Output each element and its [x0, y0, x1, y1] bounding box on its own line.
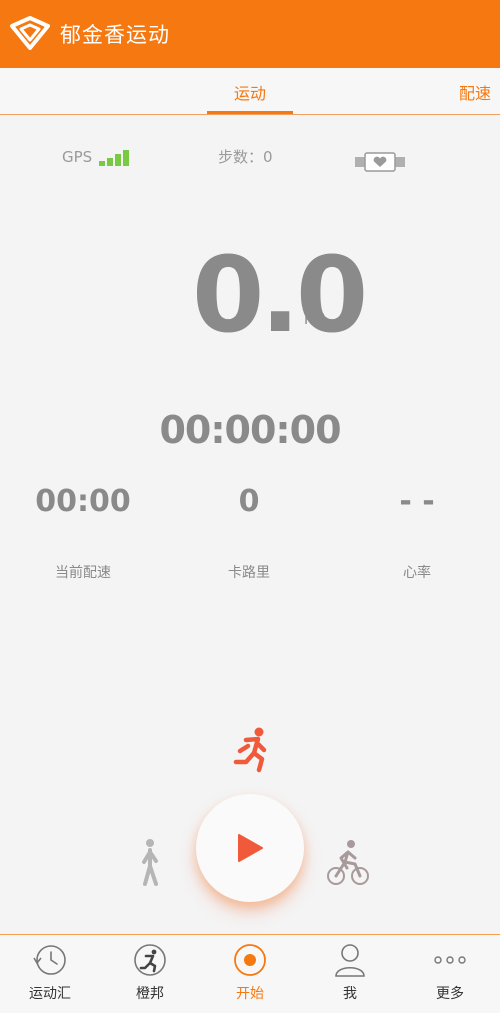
record-dot-icon [234, 944, 266, 976]
nav-item-summary[interactable]: 运动汇 [0, 935, 100, 1013]
tulip-logo-icon [10, 16, 50, 50]
person-icon [335, 944, 365, 977]
nav-item-me[interactable]: 我 [300, 935, 400, 1013]
gps-label: GPS [62, 148, 93, 166]
play-icon [238, 834, 263, 862]
calories-label: 卡路里 [228, 565, 270, 581]
gps-signal-icon [99, 148, 131, 166]
nav-item-orange-club[interactable]: 橙邦 [100, 935, 200, 1013]
app-header: 郁金香运动 [0, 0, 500, 68]
nav-label-more: 更多 [436, 986, 464, 1002]
history-clock-icon [33, 945, 66, 975]
nav-item-more[interactable]: 更多 [400, 935, 500, 1013]
bottom-nav: 运动汇 橙邦 开始 我 更多 [0, 934, 500, 1013]
more-dots-icon [434, 956, 466, 964]
nav-item-start[interactable]: 开始 [200, 935, 300, 1013]
heart-rate-value: - - [399, 484, 435, 519]
nav-label-summary: 运动汇 [29, 986, 71, 1002]
cycling-mode-icon[interactable] [327, 838, 369, 888]
distance-unit: KM [304, 312, 326, 328]
app-title: 郁金香运动 [60, 23, 170, 47]
mode-tabs: 运动 配速 [0, 68, 500, 115]
heart-rate-label: 心率 [403, 565, 431, 581]
walking-mode-icon[interactable] [136, 838, 166, 888]
running-mode-icon[interactable] [230, 726, 270, 778]
heart-rate-band-icon [355, 152, 405, 172]
runner-circle-icon [134, 944, 166, 976]
start-button[interactable] [196, 794, 304, 902]
current-pace-value: 00:00 [35, 484, 131, 519]
nav-label-me: 我 [343, 986, 357, 1002]
gps-status: GPS [62, 142, 131, 172]
step-count: 步数：0 [218, 148, 273, 166]
nav-label-start: 开始 [236, 986, 264, 1002]
tab-pace[interactable]: 配速 [459, 68, 491, 114]
tab-sport[interactable]: 运动 [207, 68, 293, 114]
nav-label-orange-club: 橙邦 [136, 986, 164, 1002]
calories-value: 0 [238, 484, 260, 519]
duration-value: 00:00:00 [159, 408, 341, 452]
current-pace-label: 当前配速 [55, 565, 111, 581]
distance-value: 0.0 [192, 234, 368, 356]
